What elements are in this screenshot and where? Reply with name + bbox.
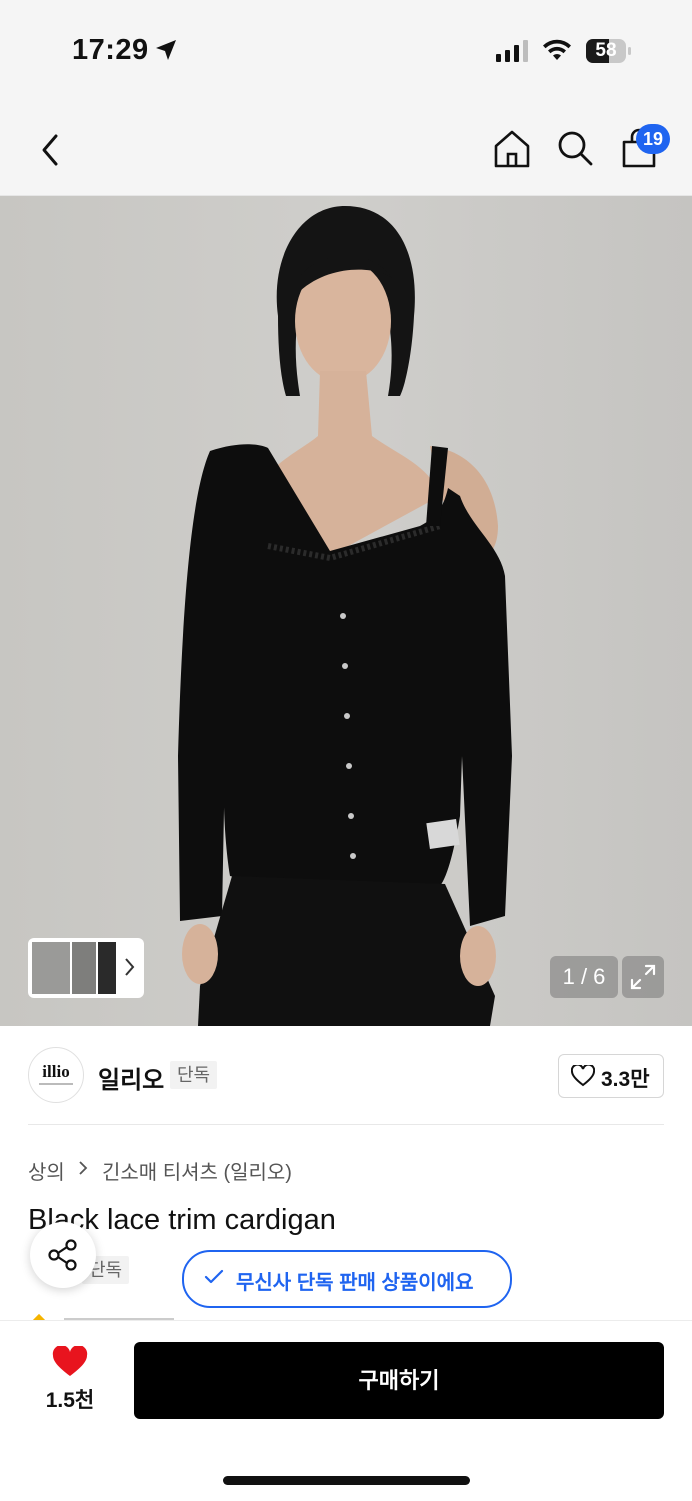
thumbnail-image[interactable]	[98, 942, 116, 994]
chevron-right-icon	[125, 958, 135, 976]
expand-icon	[630, 964, 656, 990]
location-arrow-icon	[156, 40, 176, 60]
exclusive-sale-text: 무신사 단독 판매 상품이에요	[236, 1272, 474, 1294]
wifi-icon	[543, 39, 571, 60]
thumbnail-strip[interactable]	[28, 938, 144, 998]
home-indicator[interactable]	[223, 1476, 470, 1485]
heart-filled-icon[interactable]	[52, 1346, 88, 1378]
check-icon	[204, 1269, 224, 1284]
model-photo-illustration	[178, 206, 512, 1026]
divider	[28, 1124, 664, 1125]
expand-image-button[interactable]	[622, 956, 664, 998]
top-navigation	[0, 100, 692, 196]
battery-icon: 58	[586, 39, 632, 63]
search-icon[interactable]	[555, 128, 595, 170]
cart-count-badge: 19	[636, 124, 670, 154]
brand-logo-text: illio	[42, 1062, 70, 1081]
brand-name[interactable]: 일리오	[98, 1060, 164, 1095]
breadcrumb: 상의 긴소매 티셔츠 (일리오)	[28, 1156, 292, 1185]
buy-button[interactable]: 구매하기	[134, 1342, 664, 1419]
brand-exclusive-tag: 단독	[170, 1061, 218, 1089]
brand-like-count: 3.3만	[601, 1068, 650, 1091]
heart-outline-icon	[571, 1065, 595, 1087]
status-time: 17:29	[72, 34, 149, 66]
exclusive-sale-notice[interactable]: 무신사 단독 판매 상품이에요	[182, 1250, 512, 1308]
back-chevron-icon[interactable]	[34, 130, 70, 170]
cellular-signal-icon	[496, 40, 528, 62]
brand-like-button[interactable]: 3.3만	[558, 1054, 664, 1098]
breadcrumb-subcategory[interactable]: 긴소매 티셔츠 (일리오)	[102, 1156, 292, 1185]
brand-logo[interactable]: illio	[28, 1047, 84, 1103]
thumbnail-image[interactable]	[32, 942, 70, 994]
share-icon	[48, 1239, 77, 1271]
status-bar: 17:29 58	[0, 0, 692, 100]
share-button[interactable]	[30, 1222, 96, 1288]
image-page-indicator: 1 / 6	[550, 956, 618, 998]
battery-level: 58	[595, 40, 617, 61]
thumbnail-image[interactable]	[72, 942, 96, 994]
home-icon[interactable]	[492, 128, 532, 170]
wishlist-count: 1.5천	[45, 1389, 95, 1412]
breadcrumb-category[interactable]: 상의	[28, 1156, 65, 1185]
chevron-right-icon	[78, 1159, 88, 1182]
product-image[interactable]	[0, 196, 692, 1026]
